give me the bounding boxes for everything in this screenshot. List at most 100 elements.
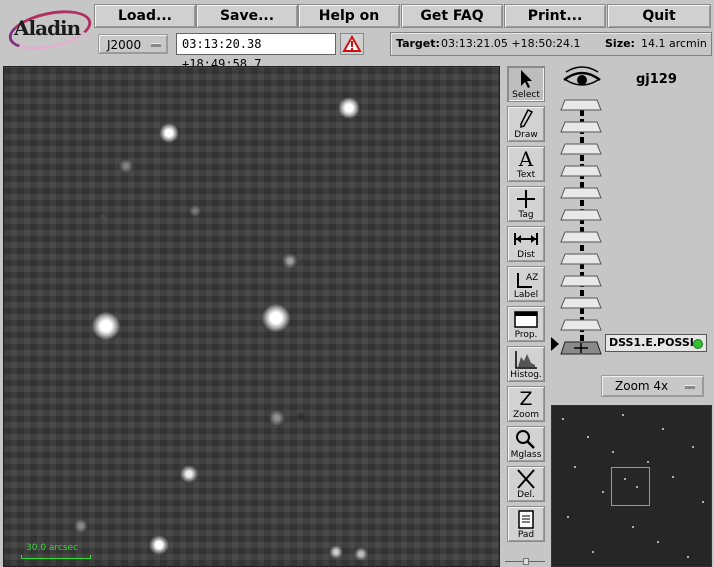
tag-tool-label: Tag: [518, 210, 534, 220]
star: [119, 159, 133, 173]
text-tool-label: Text: [516, 170, 536, 180]
empty-plane[interactable]: [560, 297, 602, 309]
star: [587, 436, 589, 438]
survey-name: DSS1.E.POSSI: [609, 336, 694, 349]
star: [282, 253, 298, 269]
star: [622, 414, 624, 416]
aladin-logo: Aladin: [5, 3, 95, 57]
zoom-level: Zoom 4x: [615, 379, 669, 393]
get-faq-button[interactable]: Get FAQ: [401, 4, 503, 28]
text-a-icon: A: [518, 147, 534, 171]
eye-icon[interactable]: [562, 66, 602, 92]
draw-tool-label: Draw: [514, 130, 538, 140]
empty-plane[interactable]: [560, 209, 602, 221]
logo-text: Aladin: [14, 16, 81, 40]
mglass-tool[interactable]: Mglass: [507, 426, 545, 462]
label-tool-label: Label: [513, 290, 539, 300]
sky-image: [4, 67, 499, 566]
star: [687, 556, 689, 558]
star: [338, 97, 360, 119]
draw-tool[interactable]: Draw: [507, 106, 545, 142]
empty-plane[interactable]: [560, 121, 602, 133]
select-tool[interactable]: Select: [507, 66, 545, 102]
star: [672, 476, 674, 478]
stack-stem: [580, 101, 584, 347]
mglass-tool-label: Mglass: [510, 450, 542, 460]
tag-tool[interactable]: Tag: [507, 186, 545, 222]
star: [612, 451, 614, 453]
star: [567, 516, 569, 518]
view-frame-rectangle[interactable]: [611, 467, 650, 506]
star: [574, 466, 576, 468]
star: [189, 205, 201, 217]
star: [149, 535, 169, 555]
size-label: Size:: [605, 37, 635, 50]
plane-stack[interactable]: [558, 95, 606, 355]
star: [562, 418, 564, 420]
frame-select-value: J2000: [107, 38, 142, 52]
histog-tool-label: Histog.: [510, 370, 542, 380]
quit-button[interactable]: Quit: [607, 4, 711, 28]
histog-tool[interactable]: Histog.: [507, 346, 545, 382]
main-image-view[interactable]: 30.0 arcsec: [3, 66, 500, 567]
status-dot-icon: [693, 339, 703, 349]
star: [632, 526, 634, 528]
star: [647, 461, 649, 463]
active-image-plane[interactable]: [560, 341, 602, 355]
dropdown-arrow-icon: [151, 43, 161, 47]
star: [262, 304, 290, 332]
survey-plane-label[interactable]: DSS1.E.POSSI: [605, 334, 707, 352]
print-button[interactable]: Print...: [504, 4, 606, 28]
empty-plane[interactable]: [560, 165, 602, 177]
dist-tool[interactable]: Dist: [507, 226, 545, 262]
star: [269, 410, 285, 426]
pad-tool[interactable]: Pad: [507, 506, 545, 542]
star: [74, 519, 88, 533]
dropdown-arrow-icon: [685, 385, 695, 389]
star: [592, 551, 594, 553]
object-name: gj129: [636, 72, 677, 87]
star: [180, 465, 198, 483]
warning-button[interactable]: [340, 33, 364, 55]
prop-tool-label: Prop.: [514, 330, 538, 340]
target-info-panel: Target: 03:13:21.05 +18:50:24.1 Size: 14…: [390, 32, 712, 56]
load-button[interactable]: Load...: [94, 4, 196, 28]
star: [354, 547, 368, 561]
help-on-button[interactable]: Help on: [298, 4, 400, 28]
star: [329, 545, 343, 559]
empty-plane[interactable]: [560, 187, 602, 199]
label-tool[interactable]: AZ Label: [507, 266, 545, 302]
empty-plane[interactable]: [560, 231, 602, 243]
warning-triangle-icon: [342, 34, 362, 52]
zoom-select[interactable]: Zoom 4x: [601, 375, 704, 397]
overview-thumbnail[interactable]: [551, 405, 712, 567]
scale-bar: [21, 555, 91, 559]
coordinate-input[interactable]: 03:13:20.38 +18:49:58.7: [176, 33, 336, 71]
scale-label: 30.0 arcsec: [26, 543, 79, 553]
save-button[interactable]: Save...: [196, 4, 298, 28]
target-value: 03:13:21.05 +18:50:24.1: [441, 37, 581, 50]
dist-tool-label: Dist: [517, 250, 535, 260]
star: [92, 312, 120, 340]
toolbar-slider[interactable]: [505, 558, 545, 566]
size-value: 14.1 arcmin: [641, 37, 707, 50]
empty-plane[interactable]: [560, 319, 602, 331]
frame-select[interactable]: J2000: [98, 34, 168, 54]
empty-plane[interactable]: [560, 143, 602, 155]
text-tool[interactable]: A Text: [507, 146, 545, 182]
zoom-tool[interactable]: Z Zoom: [507, 386, 545, 422]
del-tool-label: Del.: [517, 490, 535, 500]
zoom-tool-label: Zoom: [513, 410, 539, 420]
select-tool-label: Select: [512, 90, 540, 100]
svg-text:AZ: AZ: [526, 273, 538, 283]
star: [662, 428, 664, 430]
empty-plane[interactable]: [560, 253, 602, 265]
empty-plane[interactable]: [560, 99, 602, 111]
star: [602, 491, 604, 493]
del-tool[interactable]: Del.: [507, 466, 545, 502]
zoom-z-icon: Z: [519, 388, 533, 410]
empty-plane[interactable]: [560, 275, 602, 287]
star: [702, 501, 704, 503]
star: [657, 541, 659, 543]
prop-tool[interactable]: Prop.: [507, 306, 545, 342]
